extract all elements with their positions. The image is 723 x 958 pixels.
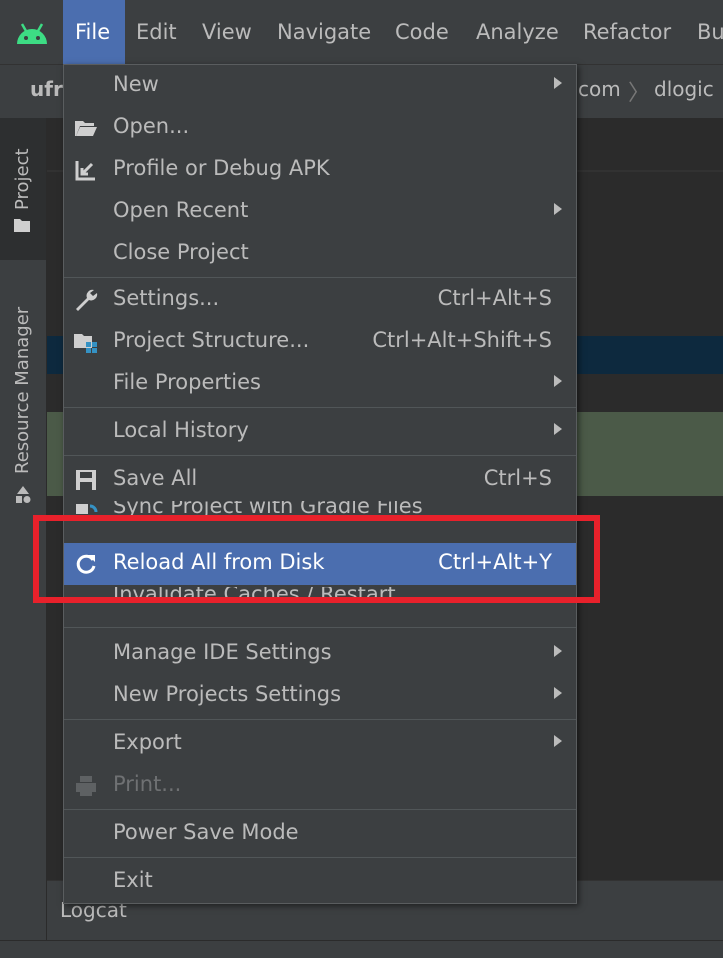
menu-item-close-project[interactable]: Close Project <box>64 233 576 275</box>
submenu-arrow-icon <box>554 687 562 699</box>
android-icon <box>17 23 47 44</box>
main-menubar: File Edit View Navigate Code Analyze Ref… <box>0 0 723 64</box>
submenu-arrow-icon <box>554 77 562 89</box>
menu-item-new[interactable]: New <box>64 65 576 107</box>
save-disk-icon <box>76 470 96 490</box>
menu-separator <box>64 277 576 278</box>
menu-item-power-save-mode[interactable]: Power Save Mode <box>64 813 576 855</box>
submenu-arrow-icon <box>554 735 562 747</box>
menu-item-new-projects-settings[interactable]: New Projects Settings <box>64 675 576 717</box>
menu-separator <box>64 407 576 408</box>
menu-code[interactable]: Code <box>395 0 449 64</box>
file-menu-dropdown: New Open... Profile or Debug APK Open Re… <box>63 64 577 904</box>
submenu-arrow-icon <box>554 203 562 215</box>
menu-item-open[interactable]: Open... <box>64 107 576 149</box>
breadcrumb-project[interactable]: ufr <box>30 77 63 101</box>
menu-item-settings[interactable]: Settings... Ctrl+Alt+S <box>64 279 576 321</box>
project-structure-icon <box>74 334 97 353</box>
resource-manager-tab-label: Resource Manager <box>12 306 33 474</box>
menu-item-export[interactable]: Export <box>64 723 576 765</box>
menu-item-local-history[interactable]: Local History <box>64 411 576 453</box>
menu-item-open-recent[interactable]: Open Recent <box>64 191 576 233</box>
menu-separator <box>64 627 576 628</box>
submenu-arrow-icon <box>554 423 562 435</box>
folder-icon <box>14 219 30 232</box>
breadcrumb-separator: 〉 <box>628 81 651 106</box>
menu-item-profile-debug-apk[interactable]: Profile or Debug APK <box>64 149 576 191</box>
menu-edit[interactable]: Edit <box>136 0 177 64</box>
menu-view[interactable]: View <box>202 0 252 64</box>
menu-separator <box>64 455 576 456</box>
resource-manager-tool-tab[interactable]: Resource Manager <box>0 278 46 518</box>
status-bar <box>0 940 723 958</box>
annotation-highlight-box <box>33 515 600 603</box>
breadcrumb-com[interactable]: com <box>578 77 621 101</box>
menu-item-exit[interactable]: Exit <box>64 861 576 903</box>
menu-file[interactable]: File <box>63 0 125 64</box>
menu-separator <box>64 719 576 720</box>
wrench-icon <box>76 289 98 311</box>
resource-manager-icon <box>16 486 31 503</box>
menu-item-file-properties[interactable]: File Properties <box>64 363 576 405</box>
printer-icon <box>76 776 96 796</box>
menu-item-project-structure[interactable]: Project Structure... Ctrl+Alt+Shift+S <box>64 321 576 363</box>
menu-build[interactable]: Bu <box>697 0 723 64</box>
submenu-arrow-icon <box>554 645 562 657</box>
menu-separator <box>64 857 576 858</box>
menu-analyze[interactable]: Analyze <box>476 0 559 64</box>
breadcrumb-dlogic[interactable]: dlogic <box>654 77 714 101</box>
project-tab-label: Project <box>12 148 33 210</box>
menu-refactor[interactable]: Refactor <box>583 0 671 64</box>
menu-separator <box>64 809 576 810</box>
profile-apk-icon <box>75 161 95 181</box>
open-folder-icon <box>75 121 97 136</box>
menu-item-manage-ide-settings[interactable]: Manage IDE Settings <box>64 633 576 675</box>
menu-item-print[interactable]: Print... <box>64 765 576 807</box>
project-tool-tab[interactable]: Project <box>0 118 46 260</box>
submenu-arrow-icon <box>554 375 562 387</box>
menu-navigate[interactable]: Navigate <box>277 0 371 64</box>
menu-item-save-all[interactable]: Save All Ctrl+S <box>64 459 576 501</box>
